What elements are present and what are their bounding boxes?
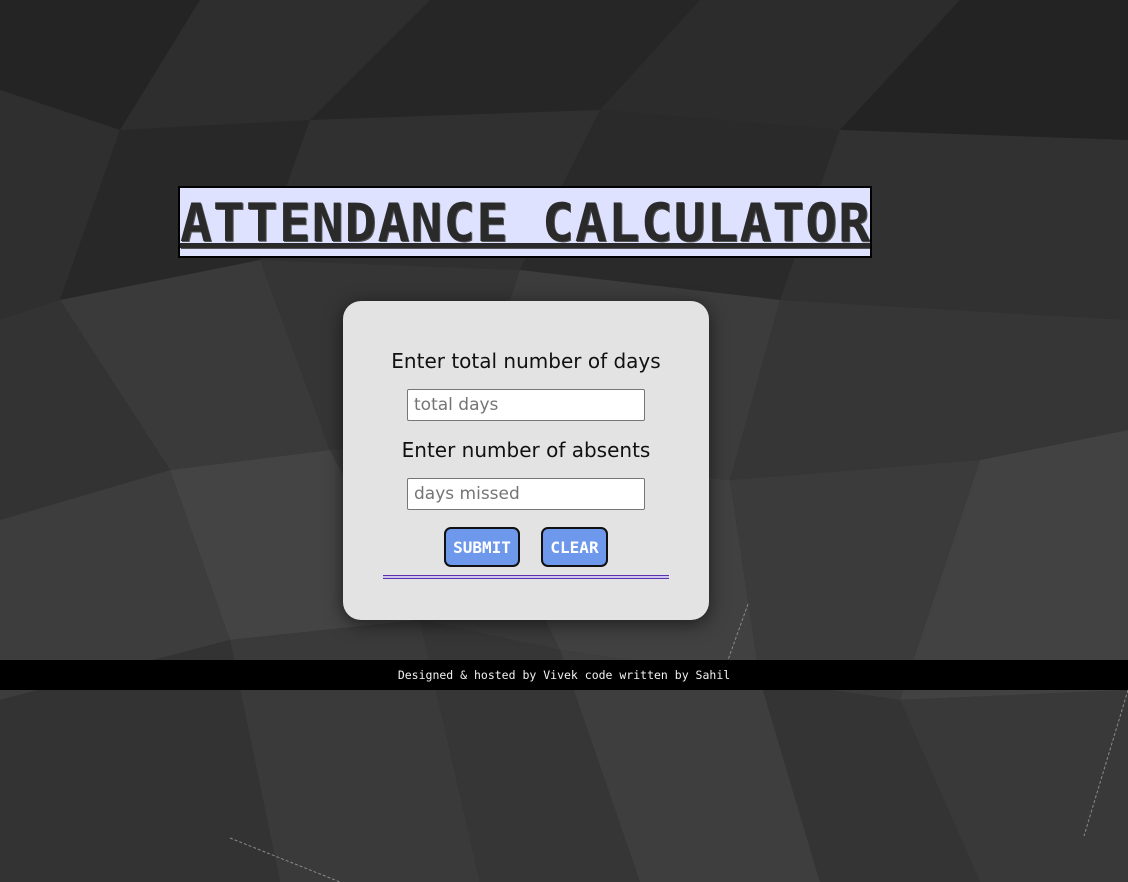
calculator-card: Enter total number of days Enter number …: [343, 301, 709, 620]
submit-button[interactable]: SUBMIT: [444, 527, 520, 567]
page-title: ATTENDANCE CALCULATOR: [180, 193, 872, 254]
footer: Designed & hosted by Vivek code written …: [0, 660, 1128, 690]
absent-days-label: Enter number of absents: [401, 438, 651, 462]
total-days-label: Enter total number of days: [391, 349, 661, 373]
footer-credit-text: Designed & hosted by Vivek code written …: [397, 668, 731, 682]
title-banner: ATTENDANCE CALCULATOR: [178, 186, 872, 258]
clear-button[interactable]: CLEAR: [541, 527, 608, 567]
absent-days-input[interactable]: [407, 478, 645, 510]
total-days-input[interactable]: [407, 389, 645, 421]
result-divider: [383, 575, 669, 579]
